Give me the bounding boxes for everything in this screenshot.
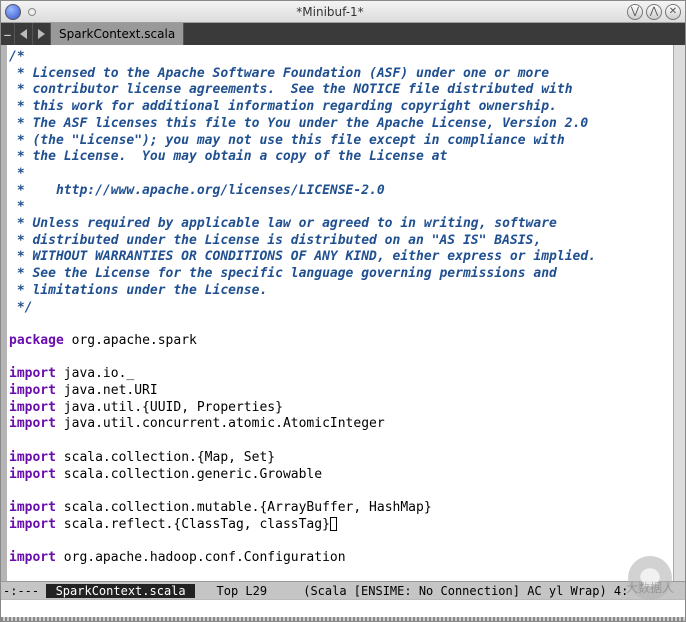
titlebar-dot xyxy=(28,8,36,16)
comment-line: * the License. You may obtain a copy of … xyxy=(9,149,447,164)
minibuffer[interactable]: What is the name of your project's main … xyxy=(1,599,685,617)
tabbar-dash-icon[interactable]: – xyxy=(1,23,15,45)
code-editor[interactable]: /* * Licensed to the Apache Software Fou… xyxy=(7,45,673,581)
comment-line: * http://www.apache.org/licenses/LICENSE… xyxy=(9,183,385,198)
keyword-import: import xyxy=(9,550,56,565)
comment-line: /* xyxy=(9,49,25,64)
comment-line: * this work for additional information r… xyxy=(9,99,557,114)
keyword-import: import xyxy=(9,400,56,415)
package-name: org.apache.spark xyxy=(64,333,197,348)
buffer-tabbar: – SparkContext.scala xyxy=(1,23,685,45)
comment-line: * The ASF licenses this file to You unde… xyxy=(9,116,588,131)
comment-line: * See the License for the specific langu… xyxy=(9,266,557,281)
keyword-import: import xyxy=(9,416,56,431)
keyword-package: package xyxy=(9,333,64,348)
keyword-import: import xyxy=(9,500,56,515)
comment-line: * contributor license agreements. See th… xyxy=(9,82,573,97)
comment-line: * (the "License"); you may not use this … xyxy=(9,133,565,148)
keyword-import: import xyxy=(9,366,56,381)
comment-line: * Licensed to the Apache Software Founda… xyxy=(9,66,549,81)
comment-line: * distributed under the License is distr… xyxy=(9,233,541,248)
comment-line: * xyxy=(9,199,25,214)
close-button[interactable]: ✕ xyxy=(665,4,681,20)
maximize-button[interactable]: ⋀ xyxy=(646,4,662,20)
comment-line: */ xyxy=(9,300,32,315)
next-buffer-icon[interactable] xyxy=(33,23,51,45)
comment-line: * limitations under the License. xyxy=(9,283,267,298)
comment-line: * xyxy=(9,166,25,181)
editor-area: /* * Licensed to the Apache Software Fou… xyxy=(1,45,685,621)
comment-line: * Unless required by applicable law or a… xyxy=(9,216,557,231)
keyword-import: import xyxy=(9,383,56,398)
prev-buffer-icon[interactable] xyxy=(15,23,33,45)
import-target: scala.reflect.{ClassTag, classTag} xyxy=(56,517,330,532)
keyword-import: import xyxy=(9,467,56,482)
bottom-strip xyxy=(1,617,685,621)
buffer-tab-label: SparkContext.scala xyxy=(59,27,175,41)
text-cursor xyxy=(330,517,337,531)
window-title: *Minibuf-1* xyxy=(36,5,624,19)
buffer-tab[interactable]: SparkContext.scala xyxy=(51,23,184,45)
import-target: java.io._ xyxy=(56,366,134,381)
import-target: scala.collection.generic.Growable xyxy=(56,467,322,482)
import-target: org.apache.hadoop.conf.Configuration xyxy=(56,550,346,565)
window-titlebar: *Minibuf-1* ⋁ ⋀ ✕ xyxy=(1,1,685,23)
modeline-buffer-name: SparkContext.scala xyxy=(46,584,195,598)
app-icon xyxy=(5,4,21,20)
keyword-import: import xyxy=(9,517,56,532)
comment-line: * WITHOUT WARRANTIES OR CONDITIONS OF AN… xyxy=(9,249,596,264)
mode-line[interactable]: -:--- SparkContext.scala Top L29 (Scala … xyxy=(1,581,685,599)
vertical-scrollbar[interactable] xyxy=(673,45,685,581)
chat-badge-icon xyxy=(628,556,672,600)
modeline-info: Top L29 (Scala [ENSIME: No Connection] A… xyxy=(195,584,628,598)
minimize-button[interactable]: ⋁ xyxy=(627,4,643,20)
import-target: java.util.concurrent.atomic.AtomicIntege… xyxy=(56,416,385,431)
modeline-status: -:--- xyxy=(3,584,46,598)
keyword-import: import xyxy=(9,450,56,465)
import-target: scala.collection.{Map, Set} xyxy=(56,450,275,465)
import-target: java.net.URI xyxy=(56,383,158,398)
import-target: java.util.{UUID, Properties} xyxy=(56,400,283,415)
import-target: scala.collection.mutable.{ArrayBuffer, H… xyxy=(56,500,432,515)
